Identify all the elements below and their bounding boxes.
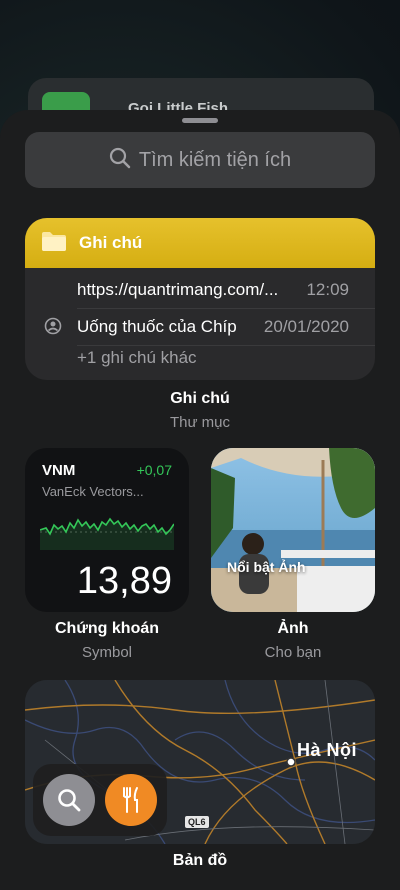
folder-icon [41,230,67,257]
caption-subtitle: Cho bạn [264,644,322,661]
stock-symbol: VNM [42,462,76,479]
search-icon [58,789,81,812]
stock-name: VanEck Vectors... [42,484,144,499]
note-title: https://quantrimang.com/... [77,280,279,299]
notes-widget-header: Ghi chú [25,218,375,268]
photo-label: Nổi bật Ảnh [227,559,306,575]
map-quick-actions [33,764,167,836]
caption-title: Chứng khoán [54,620,160,637]
widget-search-field[interactable]: Tìm kiếm tiện ích [25,132,375,188]
road-badge: QL6 [185,816,209,828]
note-title: Uống thuốc của Chíp [77,317,237,336]
photos-widget[interactable]: Nổi bật Ảnh [211,448,375,612]
fork-knife-icon [123,787,138,813]
photos-widget-caption: Ảnh Cho bạn [211,620,375,661]
map-food-button[interactable] [105,774,157,826]
widget-gallery-sheet: Tìm kiếm tiện ích Ghi chú https://quantr… [0,110,400,890]
stock-price: 13,89 [76,560,172,602]
sheet-grabber[interactable] [182,118,218,123]
featured-photo [211,448,375,612]
notes-folder-title: Ghi chú [79,233,143,252]
note-row[interactable]: Uống thuốc của Chíp 20/01/2020 [77,309,375,346]
search-icon [109,147,131,174]
stocks-widget[interactable]: VNM +0,07 VanEck Vectors... 13,89 [25,448,189,612]
shared-note-icon [44,317,62,340]
more-notes-label: +1 ghi chú khác [77,348,197,367]
stock-change: +0,07 [136,462,172,478]
map-search-button[interactable] [43,774,95,826]
caption-title: Ảnh [277,620,309,637]
caption-subtitle: Thư mục [169,414,231,431]
note-time: 12:09 [306,280,349,299]
caption-subtitle: Symbol [81,644,133,661]
notes-widget[interactable]: Ghi chú https://quantrimang.com/... 12:0… [25,218,375,380]
stocks-widget-caption: Chứng khoán Symbol [25,620,189,661]
caption-title: Bản đồ [172,852,228,869]
caption-title: Ghi chú [170,390,230,407]
maps-widget-caption: Bản đồ [25,852,375,870]
map-city-label: Hà Nội [297,740,358,760]
maps-widget[interactable]: Hà Nội QL6 [25,680,375,844]
stock-sparkline [40,517,174,550]
note-row[interactable]: https://quantrimang.com/... 12:09 [77,272,375,309]
note-time: 20/01/2020 [263,317,349,336]
search-placeholder: Tìm kiếm tiện ích [138,148,292,171]
notes-widget-caption: Ghi chú Thư mục [25,390,375,431]
